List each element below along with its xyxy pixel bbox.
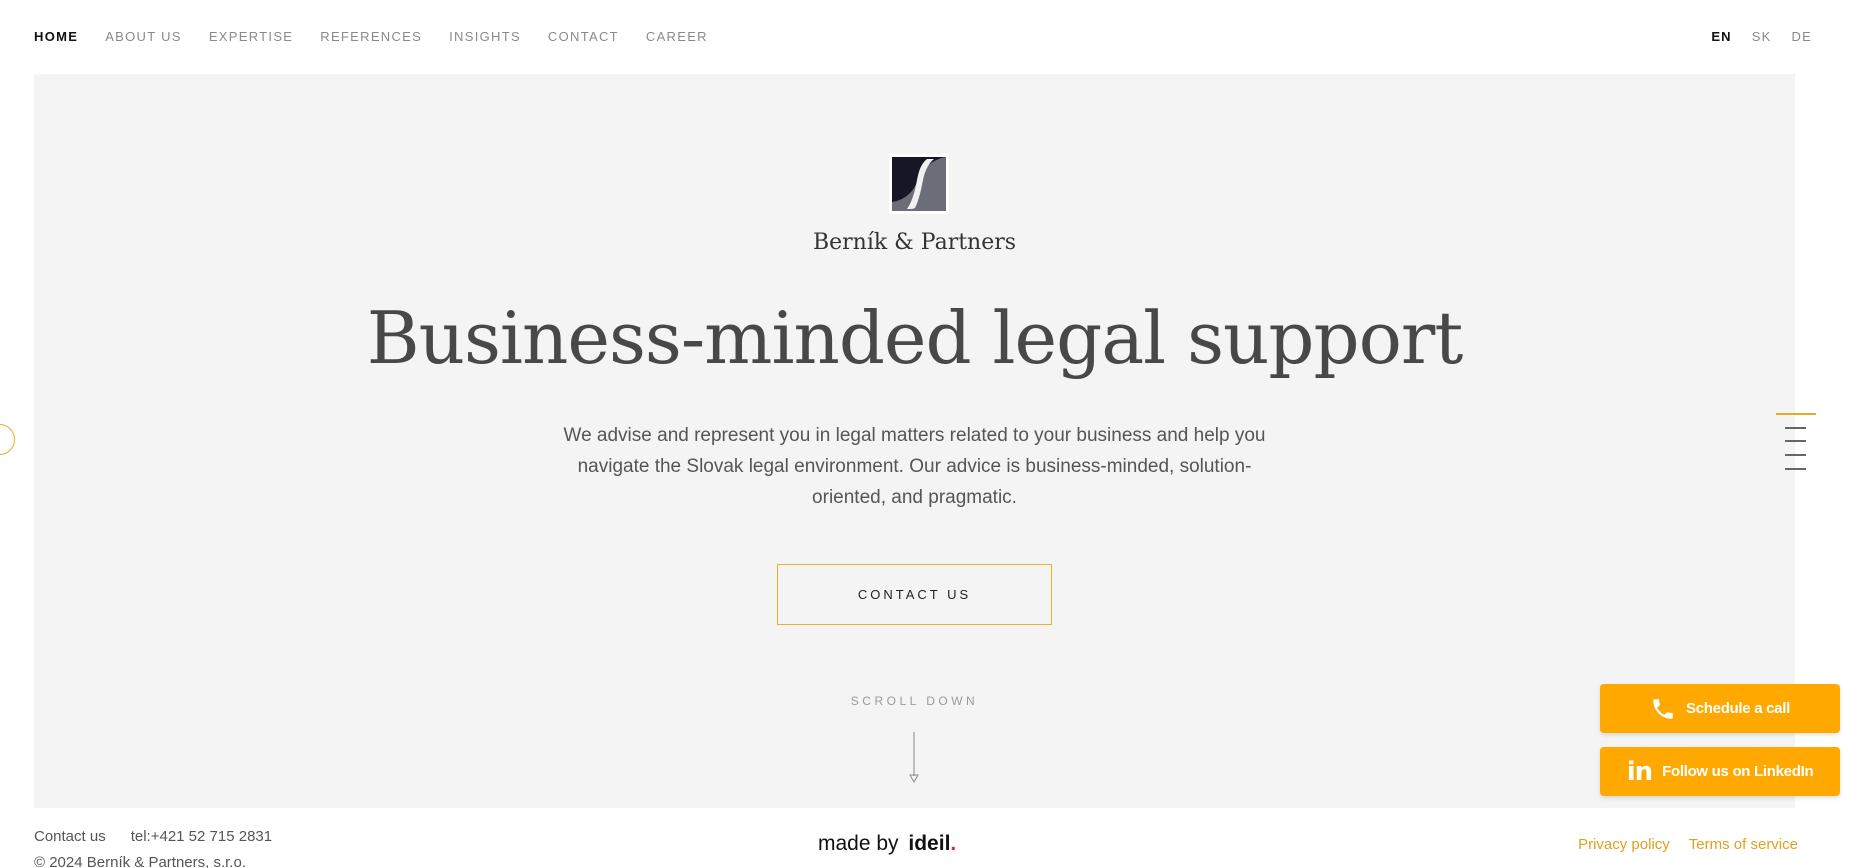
terms-of-service-link[interactable]: Terms of service [1689,836,1798,853]
nav-item-insights[interactable]: INSIGHTS [449,29,521,44]
scroll-down-label[interactable]: SCROLL DOWN [34,694,1795,708]
footer-legal-links: Privacy policy Terms of service [1578,836,1798,853]
slide-indicator-item[interactable] [1785,468,1806,470]
linkedin-icon: in [1626,756,1653,787]
schedule-call-button[interactable]: Schedule a call [1600,684,1840,733]
hero-section: Berník & Partners Business-minded legal … [34,74,1795,808]
nav-item-references[interactable]: REFERENCES [320,29,422,44]
contact-us-button[interactable]: CONTACT US [777,564,1052,625]
footer-phone-link[interactable]: tel:+421 52 715 2831 [131,824,272,850]
slide-indicator-item[interactable] [1785,454,1806,456]
linkedin-follow-button[interactable]: in Follow us on LinkedIn [1600,747,1840,796]
footer-contact-link[interactable]: Contact us [34,824,106,850]
language-sk[interactable]: SK [1752,29,1772,44]
made-by-credit[interactable]: made by ideil. [818,832,956,856]
previous-slide-circle[interactable] [0,424,15,455]
s-monogram-logo[interactable] [889,154,949,214]
hero-headline: Business-minded legal support [366,296,1464,380]
arrow-down-icon[interactable] [908,732,920,784]
made-by-prefix: made by [818,832,899,855]
nav-item-expertise[interactable]: EXPERTISE [209,29,293,44]
language-de[interactable]: DE [1792,29,1812,44]
brand-name: Berník & Partners [812,230,1017,255]
hero-lead-text: We advise and represent you in legal mat… [563,425,1266,508]
nav-item-contact[interactable]: CONTACT [548,29,619,44]
slide-indicator [1774,411,1816,471]
footer-copyright: © 2024 Berník & Partners, s.r.o. [34,854,246,868]
footer-contact-block: Contact us tel:+421 52 715 2831 © 2024 B… [34,824,272,868]
language-switcher: EN SK DE [1711,29,1812,44]
language-en[interactable]: EN [1711,29,1731,44]
privacy-policy-link[interactable]: Privacy policy [1578,836,1670,853]
schedule-call-label: Schedule a call [1686,700,1790,717]
nav-item-about-us[interactable]: ABOUT US [105,29,182,44]
top-navigation: HOME ABOUT US EXPERTISE REFERENCES INSIG… [34,0,1818,72]
made-by-dot: . [950,832,957,855]
nav-item-home[interactable]: HOME [34,29,78,44]
phone-icon [1650,696,1676,722]
linkedin-follow-label: Follow us on LinkedIn [1662,763,1814,780]
main-menu: HOME ABOUT US EXPERTISE REFERENCES INSIG… [34,29,708,44]
slide-indicator-item[interactable] [1785,440,1806,442]
slide-indicator-item[interactable] [1785,427,1806,429]
slide-indicator-active[interactable] [1776,413,1816,415]
nav-item-career[interactable]: CAREER [646,29,708,44]
made-by-brand: ideil [908,832,951,855]
